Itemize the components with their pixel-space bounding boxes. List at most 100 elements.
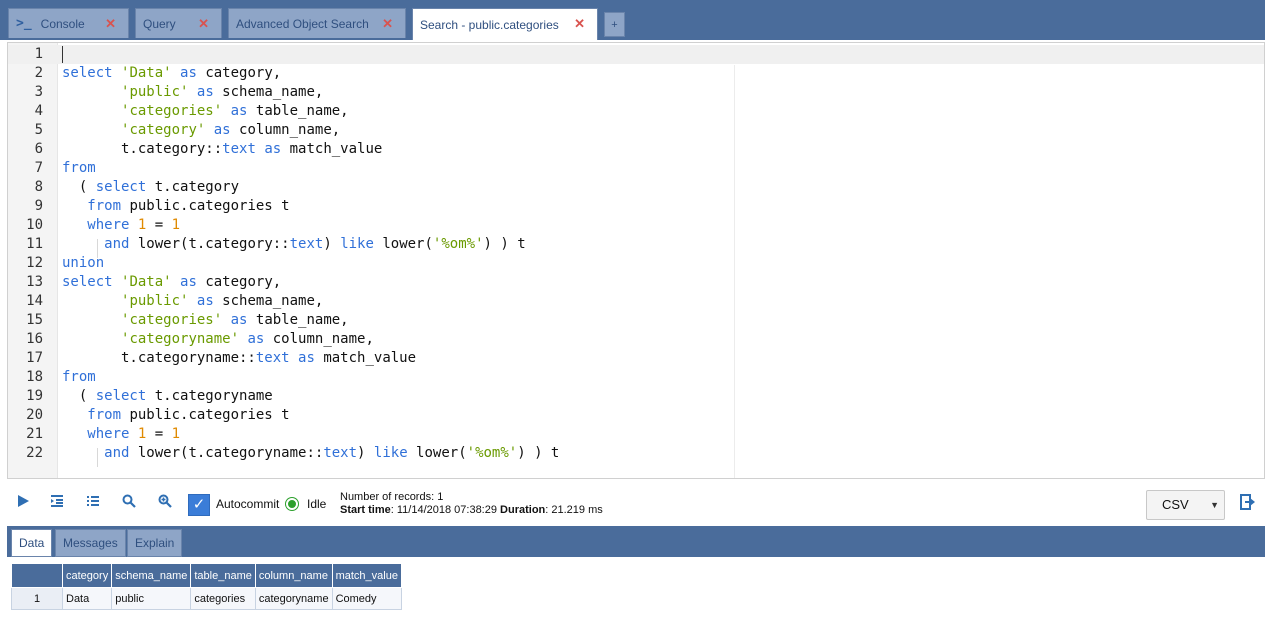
table-cell[interactable]: categories bbox=[190, 587, 256, 610]
code-line[interactable]: 22 and lower(t.categoryname::text) like … bbox=[8, 444, 1264, 463]
line-number: 15 bbox=[26, 312, 43, 328]
code-line[interactable]: 1 bbox=[8, 45, 1264, 64]
tab-search-public-categories[interactable]: Search - public.categories ✕ bbox=[412, 8, 598, 40]
code-text: union bbox=[62, 255, 105, 271]
start-time-value: : 11/14/2018 07:38:29 bbox=[390, 504, 497, 516]
code-line[interactable]: 13 select 'Data' as category, bbox=[8, 273, 1264, 292]
records-value: 1 bbox=[437, 491, 444, 503]
terminal-icon: >_ bbox=[16, 16, 32, 31]
export-format-value: CSV bbox=[1162, 497, 1189, 512]
code-line[interactable]: 20 from public.categories t bbox=[8, 406, 1264, 425]
table-cell[interactable]: public bbox=[111, 587, 192, 610]
line-number: 19 bbox=[26, 388, 43, 404]
code-text: ( select t.categoryname bbox=[62, 388, 273, 404]
code-line[interactable]: 12 union bbox=[8, 254, 1264, 273]
code-text: select 'Data' as category, bbox=[62, 65, 282, 81]
code-text: and lower(t.categoryname::text) like low… bbox=[104, 445, 560, 461]
line-number: 1 bbox=[34, 46, 43, 62]
code-line[interactable]: 8 ( select t.category bbox=[8, 178, 1264, 197]
line-number: 20 bbox=[26, 407, 43, 423]
code-line[interactable]: 18 from bbox=[8, 368, 1264, 387]
code-line[interactable]: 15 'categories' as table_name, bbox=[8, 311, 1264, 330]
column-header-schema-name[interactable]: schema_name bbox=[111, 563, 192, 588]
column-header-table-name[interactable]: table_name bbox=[190, 563, 256, 588]
code-text: where 1 = 1 bbox=[87, 217, 181, 233]
code-text: t.category::text as match_value bbox=[62, 141, 383, 157]
line-number: 3 bbox=[34, 84, 43, 100]
sql-editor[interactable]: 1 2 select 'Data' as category, 3 'public' a… bbox=[7, 42, 1265, 479]
line-number: 6 bbox=[34, 141, 43, 157]
line-number: 17 bbox=[26, 350, 43, 366]
column-header-category[interactable]: category bbox=[61, 563, 113, 588]
column-header-match-value[interactable]: match_value bbox=[331, 563, 402, 588]
tab-data[interactable]: Data bbox=[11, 529, 53, 557]
table-row[interactable]: 1 Data public categories categoryname Co… bbox=[11, 587, 402, 610]
tab-bar: >_ Console ✕ Query ✕ Advanced Object Sea… bbox=[0, 0, 1265, 40]
tab-query[interactable]: Query ✕ bbox=[135, 8, 222, 38]
zoom-in-icon[interactable] bbox=[155, 494, 175, 514]
search-icon[interactable] bbox=[119, 494, 139, 514]
code-line[interactable]: 14 'public' as schema_name, bbox=[8, 292, 1264, 311]
close-icon[interactable]: ✕ bbox=[105, 16, 116, 32]
list-icon[interactable] bbox=[83, 494, 103, 514]
line-number: 22 bbox=[26, 445, 43, 461]
dropdown-arrow-icon: ▼ bbox=[1210, 500, 1219, 510]
code-line[interactable]: 19 ( select t.categoryname bbox=[8, 387, 1264, 406]
autocommit-checkbox[interactable]: ✓ bbox=[188, 494, 210, 516]
column-header-rownum bbox=[11, 563, 63, 588]
code-line[interactable]: 2 select 'Data' as category, bbox=[8, 64, 1264, 83]
code-text: 'categories' as table_name, bbox=[121, 312, 349, 328]
code-line[interactable]: 6 t.category::text as match_value bbox=[8, 140, 1264, 159]
code-line[interactable]: 7 from bbox=[8, 159, 1264, 178]
code-text: from public.categories t bbox=[87, 407, 290, 423]
line-number: 14 bbox=[26, 293, 43, 309]
code-text: ( select t.category bbox=[62, 179, 240, 195]
tab-explain[interactable]: Explain bbox=[127, 529, 183, 557]
line-number: 10 bbox=[26, 217, 43, 233]
tab-messages[interactable]: Messages bbox=[55, 529, 126, 557]
code-text: t.categoryname::text as match_value bbox=[62, 350, 417, 366]
table-cell[interactable]: Data bbox=[61, 587, 113, 610]
code-line[interactable]: 10 where 1 = 1 bbox=[8, 216, 1264, 235]
tab-label: Advanced Object Search bbox=[236, 16, 369, 31]
code-line[interactable]: 21 where 1 = 1 bbox=[8, 425, 1264, 444]
export-icon[interactable] bbox=[1240, 494, 1258, 512]
tab-advanced-object-search[interactable]: Advanced Object Search ✕ bbox=[228, 8, 406, 38]
check-icon: ✓ bbox=[192, 496, 206, 513]
line-number: 18 bbox=[26, 369, 43, 385]
start-time-label: Start time bbox=[340, 504, 391, 516]
export-format-select[interactable]: CSV ▼ bbox=[1146, 490, 1225, 520]
table-cell[interactable]: categoryname bbox=[254, 587, 333, 610]
column-header-column-name[interactable]: column_name bbox=[254, 563, 333, 588]
line-number: 7 bbox=[34, 160, 43, 176]
status-indicator-icon bbox=[286, 498, 298, 510]
tab-console[interactable]: >_ Console ✕ bbox=[8, 8, 129, 38]
code-line[interactable]: 9 from public.categories t bbox=[8, 197, 1264, 216]
code-line[interactable]: 5 'category' as column_name, bbox=[8, 121, 1264, 140]
code-text: from bbox=[62, 369, 96, 385]
line-number: 12 bbox=[26, 255, 43, 271]
autocommit-label: Autocommit bbox=[216, 497, 280, 511]
line-number: 5 bbox=[34, 122, 43, 138]
status-text: Idle bbox=[307, 497, 327, 511]
line-number: 13 bbox=[26, 274, 43, 290]
duration-label: Duration bbox=[500, 504, 546, 516]
query-stats: Number of records: 1 Start time: 11/14/2… bbox=[340, 491, 603, 517]
run-icon[interactable] bbox=[13, 494, 33, 514]
table-cell[interactable]: Comedy bbox=[331, 587, 402, 610]
code-line[interactable]: 3 'public' as schema_name, bbox=[8, 83, 1264, 102]
tab-label: Query bbox=[143, 16, 176, 31]
code-line[interactable]: 4 'categories' as table_name, bbox=[8, 102, 1264, 121]
row-number: 1 bbox=[11, 587, 63, 610]
add-tab-button[interactable]: + bbox=[604, 12, 625, 37]
code-text: and lower(t.category::text) like lower('… bbox=[104, 236, 526, 252]
code-line[interactable]: 17 t.categoryname::text as match_value bbox=[8, 349, 1264, 368]
code-line[interactable]: 16 'categoryname' as column_name, bbox=[8, 330, 1264, 349]
tab-label: Console bbox=[40, 16, 85, 31]
code-line[interactable]: 11 and lower(t.category::text) like lowe… bbox=[8, 235, 1264, 254]
code-text: 'category' as column_name, bbox=[121, 122, 341, 138]
close-icon[interactable]: ✕ bbox=[382, 16, 393, 32]
indent-icon[interactable] bbox=[47, 494, 67, 514]
close-icon[interactable]: ✕ bbox=[198, 16, 209, 32]
close-icon[interactable]: ✕ bbox=[574, 16, 585, 32]
